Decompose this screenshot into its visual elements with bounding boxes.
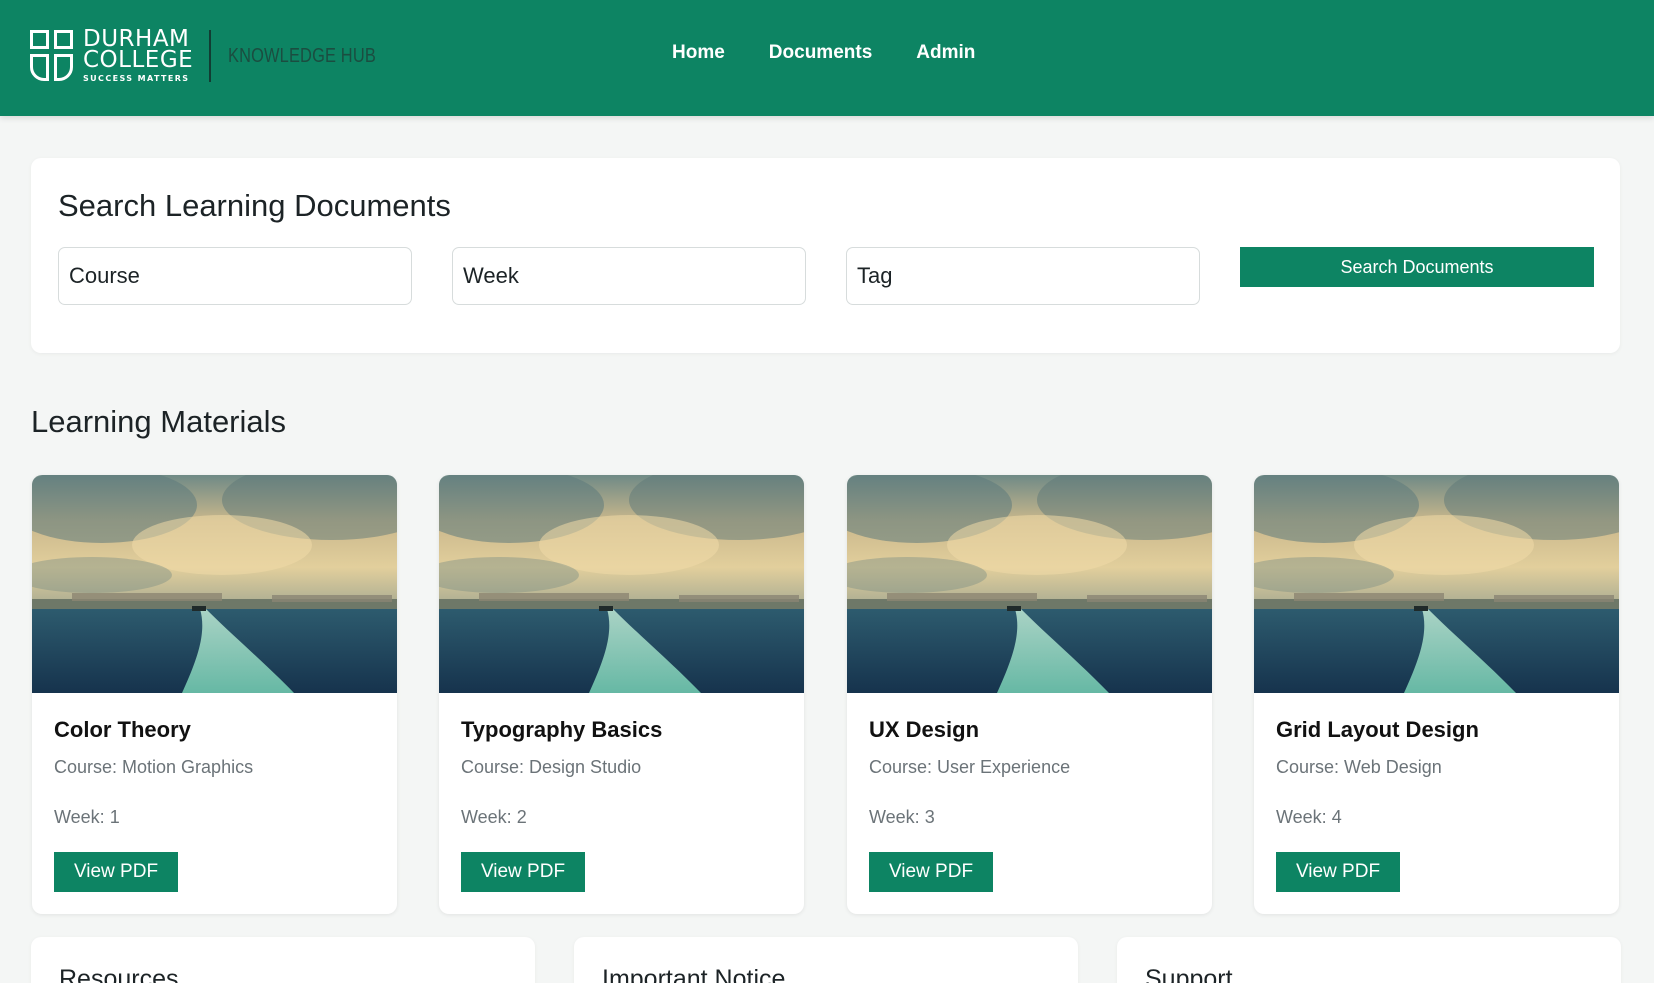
document-title: Color Theory (54, 717, 191, 742)
important-notice-heading: Important Notice (602, 965, 786, 983)
nav-home-link[interactable]: Home (672, 42, 725, 64)
document-thumbnail (847, 475, 1212, 693)
document-title: Grid Layout Design (1276, 717, 1479, 742)
document-week: Week: 4 (1276, 807, 1342, 827)
product-name: KNOWLEDGE HUB (228, 44, 377, 67)
week-input[interactable] (452, 247, 806, 305)
view-pdf-button[interactable]: View PDF (869, 852, 993, 892)
document-course: Course: User Experience (869, 757, 1071, 777)
document-card: UX Design Course: User Experience Week: … (847, 475, 1212, 914)
document-course: Course: Design Studio (461, 757, 642, 777)
logo-tagline: SUCCESS MATTERS (83, 74, 190, 83)
logo-line-2: COLLEGE (83, 47, 194, 73)
document-thumbnail (1254, 475, 1619, 693)
top-header: DURHAM COLLEGE SUCCESS MATTERS KNOWLEDGE… (0, 0, 1654, 116)
support-heading: Support (1145, 965, 1233, 983)
tag-input[interactable] (846, 247, 1200, 305)
learning-materials-heading: Learning Materials (31, 404, 287, 439)
nav-admin-link[interactable]: Admin (916, 42, 975, 64)
resources-panel: Resources (31, 937, 535, 983)
view-pdf-button[interactable]: View PDF (1276, 852, 1400, 892)
document-course: Course: Web Design (1276, 757, 1442, 777)
search-panel-title: Search Learning Documents (58, 188, 451, 223)
course-input[interactable] (58, 247, 412, 305)
document-week: Week: 3 (869, 807, 935, 827)
college-crest-icon (30, 30, 74, 82)
logo-divider (209, 30, 212, 82)
document-course: Course: Motion Graphics (54, 757, 254, 777)
document-title: Typography Basics (461, 717, 663, 742)
search-documents-button[interactable]: Search Documents (1240, 247, 1594, 287)
document-thumbnail (32, 475, 397, 693)
view-pdf-button[interactable]: View PDF (54, 852, 178, 892)
document-week: Week: 2 (461, 807, 527, 827)
resources-heading: Resources (59, 965, 179, 983)
main-nav: Home Documents Admin (672, 42, 975, 64)
logo-wordmark: DURHAM COLLEGE SUCCESS MATTERS (83, 28, 194, 84)
document-card: Grid Layout Design Course: Web Design We… (1254, 475, 1619, 914)
support-panel: Support (1117, 937, 1621, 983)
search-panel: Search Learning Documents Search Documen… (31, 158, 1620, 353)
durham-college-logo[interactable]: DURHAM COLLEGE SUCCESS MATTERS KNOWLEDGE… (30, 28, 409, 84)
document-thumbnail (439, 475, 804, 693)
view-pdf-button[interactable]: View PDF (461, 852, 585, 892)
important-notice-panel: Important Notice (574, 937, 1078, 983)
document-title: UX Design (869, 717, 980, 742)
document-card: Color Theory Course: Motion Graphics Wee… (32, 475, 397, 914)
nav-documents-link[interactable]: Documents (769, 42, 872, 64)
document-week: Week: 1 (54, 807, 120, 827)
document-card: Typography Basics Course: Design Studio … (439, 475, 804, 914)
